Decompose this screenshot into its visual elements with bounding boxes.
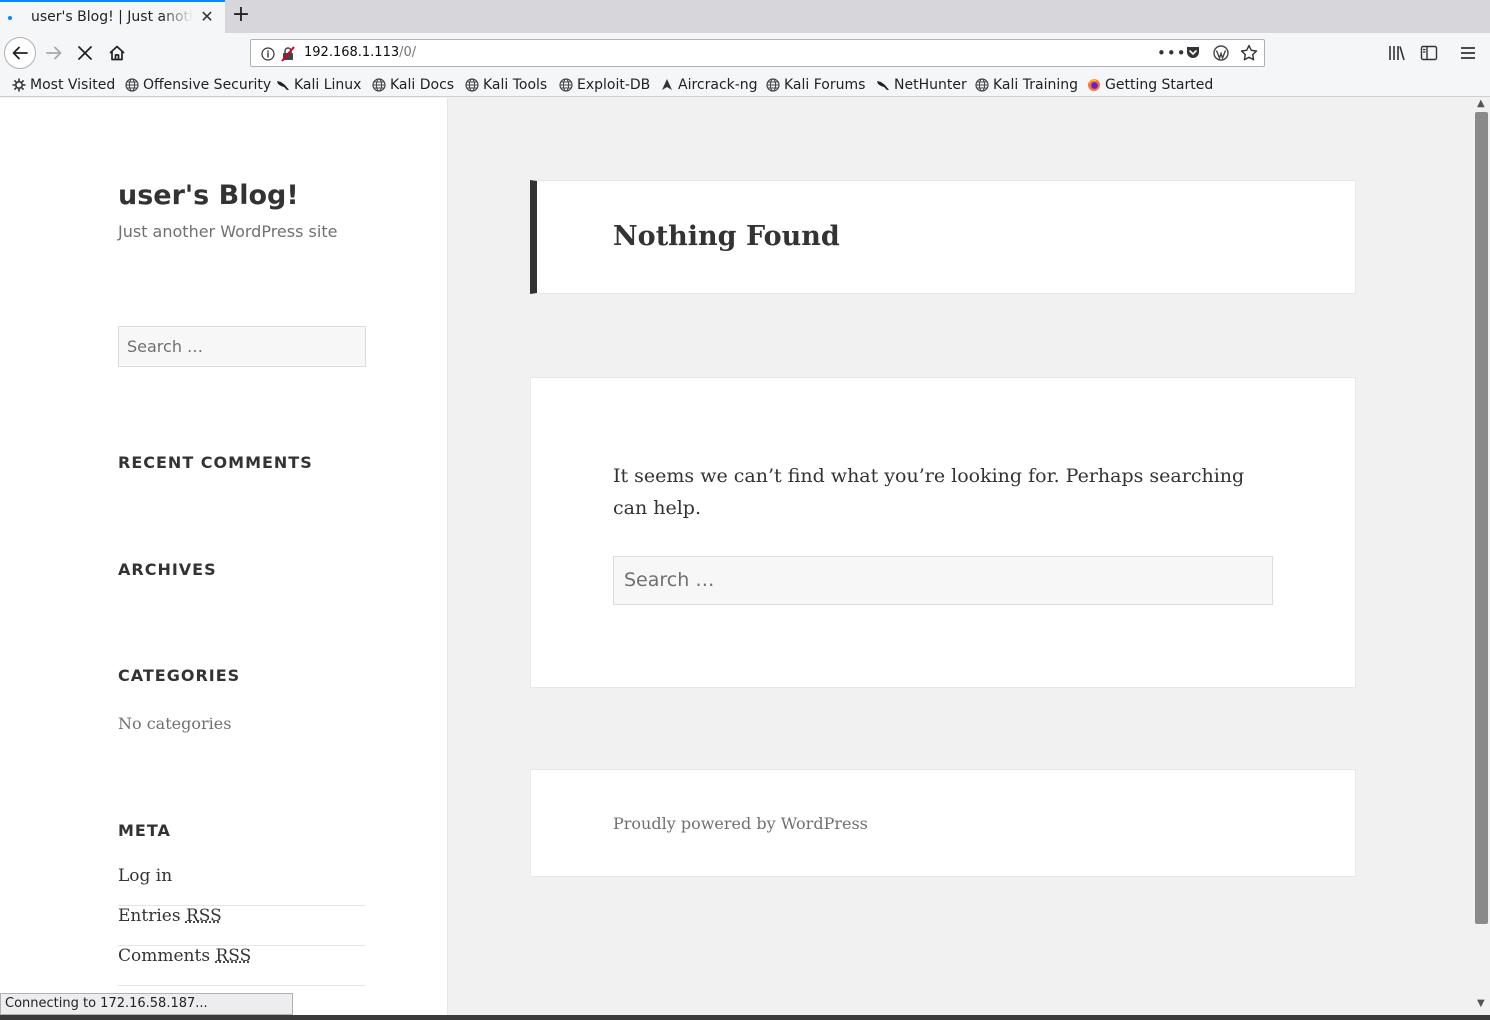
rss-abbr: RSS (215, 946, 252, 966)
globe-icon (125, 78, 139, 92)
tab-strip: user's Blog! | Just another WordPress si… (0, 0, 1490, 33)
aircrack-icon (662, 79, 672, 90)
gear-icon (12, 78, 26, 92)
meta-link-text: Comments (118, 946, 216, 966)
forward-button[interactable] (38, 37, 70, 69)
bookmark-aircrack-ng[interactable]: Aircrack-ng (660, 75, 758, 95)
powered-by-link[interactable]: Proudly powered by WordPress (613, 814, 868, 833)
bookmark-label: Kali Linux (294, 77, 362, 93)
bookmark-kali-tools[interactable]: Kali Tools (465, 75, 547, 95)
not-found-message: It seems we can’t find what you’re looki… (613, 465, 1245, 519)
scroll-down-arrow-icon[interactable]: ▼ (1477, 998, 1485, 1009)
page-header-card: Nothing Found (530, 180, 1356, 294)
home-icon (109, 45, 125, 61)
site-description: Just another WordPress site (118, 222, 338, 241)
bookmark-offensive-security[interactable]: Offensive Security (125, 75, 271, 95)
bookmark-label: Kali Tools (483, 77, 548, 93)
bookmark-exploit-db[interactable]: Exploit-DB (559, 75, 650, 95)
home-button[interactable] (101, 37, 133, 69)
site-footer: Proudly powered by WordPress (530, 769, 1356, 877)
bookmark-label: Kali Docs (390, 77, 455, 93)
stop-button[interactable] (69, 37, 101, 69)
login-link[interactable]: Log in (118, 866, 366, 906)
bookmark-kali-docs[interactable]: Kali Docs (372, 75, 454, 95)
forward-arrow-icon (46, 46, 62, 60)
archives-heading: ARCHIVES (118, 560, 217, 579)
bookmarks-toolbar: Most Visited Offensive Security Kali Lin… (0, 73, 1490, 97)
star-icon[interactable] (1240, 44, 1258, 62)
back-button[interactable] (4, 37, 36, 69)
sidebar-icon[interactable] (1420, 44, 1438, 62)
stop-icon (78, 46, 92, 60)
address-bar[interactable]: 192.168.1.113/0/ ••• (250, 39, 1265, 67)
scrollbar-thumb[interactable] (1475, 112, 1488, 924)
bookmark-nethunter[interactable]: NetHunter (876, 75, 967, 95)
library-icon[interactable] (1388, 44, 1406, 62)
page-actions-icon[interactable]: ••• (1157, 44, 1187, 62)
pocket-icon[interactable] (1185, 45, 1201, 61)
tab-close-icon[interactable]: ✕ (198, 8, 216, 26)
recent-comments-heading: RECENT COMMENTS (118, 453, 313, 472)
bookmark-label: Aircrack-ng (678, 77, 758, 93)
tab-loading-dot-icon (8, 16, 12, 20)
globe-icon (372, 78, 386, 92)
meta-heading: META (118, 821, 171, 840)
wordpress-icon[interactable] (1213, 45, 1229, 61)
content-card: It seems we can’t find what you’re looki… (530, 377, 1356, 688)
meta-link-text: Entries (118, 906, 186, 926)
categories-heading: CATEGORIES (118, 666, 241, 685)
globe-icon (975, 78, 989, 92)
bookmark-label: Kali Forums (784, 77, 866, 93)
url-path: /0/ (399, 45, 417, 60)
new-tab-button[interactable]: + (228, 3, 254, 29)
blog-sidebar: user's Blog! Just another WordPress site… (0, 98, 448, 1020)
kali-dragon-icon (877, 81, 889, 90)
main-search-input[interactable]: Search … (613, 556, 1273, 605)
page-title: Nothing Found (613, 221, 840, 252)
bookmark-most-visited[interactable]: Most Visited (12, 75, 115, 95)
bookmark-kali-training[interactable]: Kali Training (975, 75, 1078, 95)
comments-rss-link[interactable]: Comments RSS (118, 946, 366, 986)
entries-rss-link[interactable]: Entries RSS (118, 906, 366, 946)
bookmark-kali-linux[interactable]: Kali Linux (276, 75, 361, 95)
globe-icon (559, 78, 573, 92)
info-icon[interactable] (261, 47, 275, 61)
globe-icon (465, 78, 479, 92)
url-host: 192.168.1.113 (304, 45, 400, 60)
sidebar-search-input[interactable]: Search … (118, 326, 366, 367)
insecure-lock-icon[interactable] (281, 46, 295, 62)
bookmark-label: Getting Started (1105, 77, 1214, 93)
scroll-up-arrow-icon[interactable]: ▲ (1477, 98, 1485, 109)
back-arrow-icon (12, 46, 28, 60)
bookmark-label: NetHunter (894, 77, 967, 93)
firefox-icon (1088, 79, 1100, 91)
url-text[interactable]: 192.168.1.113/0/ (304, 45, 416, 60)
vertical-scrollbar[interactable]: ▲ ▼ (1474, 98, 1490, 1015)
page-viewport: user's Blog! Just another WordPress site… (0, 98, 1474, 1020)
bookmark-label: Kali Training (993, 77, 1078, 93)
status-bar: Connecting to 172.16.58.187... (0, 993, 293, 1015)
kali-dragon-icon (277, 81, 289, 90)
site-title[interactable]: user's Blog! (118, 180, 299, 211)
bookmark-kali-forums[interactable]: Kali Forums (766, 75, 865, 95)
window-bottom-border (0, 1015, 1490, 1020)
hamburger-menu-icon[interactable] (1459, 44, 1477, 62)
rss-abbr: RSS (185, 906, 222, 926)
navigation-toolbar: 192.168.1.113/0/ ••• (0, 33, 1490, 73)
active-tab[interactable]: user's Blog! | Just another WordPress si… (0, 0, 225, 33)
no-categories-text: No categories (118, 714, 232, 733)
bookmark-label: Offensive Security (143, 77, 272, 93)
bookmark-getting-started[interactable]: Getting Started (1087, 75, 1213, 95)
globe-icon (766, 78, 780, 92)
bookmark-label: Exploit-DB (577, 77, 651, 93)
bookmark-label: Most Visited (30, 77, 116, 93)
meta-link-text: Log in (118, 866, 173, 886)
tab-title: user's Blog! | Just another WordPress si… (31, 9, 193, 25)
